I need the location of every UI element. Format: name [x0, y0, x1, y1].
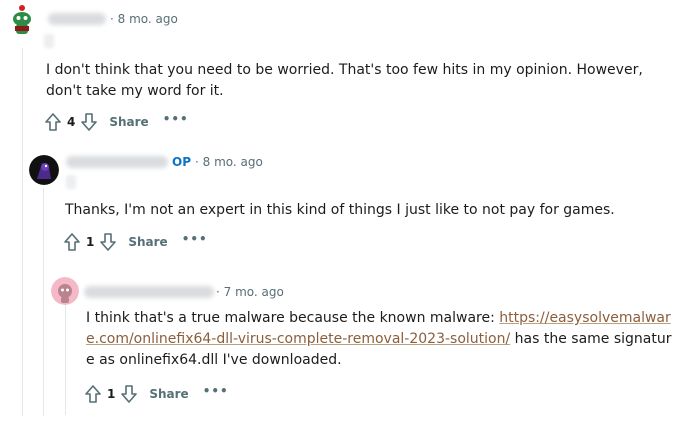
comment-meta: · 8 mo. ago	[110, 12, 178, 26]
downvote-icon[interactable]	[119, 383, 139, 405]
upvote-icon[interactable]	[43, 111, 63, 133]
snoo-avatar-icon	[51, 277, 79, 305]
upvote-icon[interactable]	[62, 231, 82, 253]
comment-meta: OP · 8 mo. ago	[172, 155, 263, 169]
share-button[interactable]: Share	[109, 115, 148, 129]
more-options-icon[interactable]: •••	[182, 232, 208, 246]
avatar[interactable]	[6, 4, 38, 36]
more-options-icon[interactable]: •••	[163, 112, 189, 126]
vote-count: 1	[86, 235, 95, 249]
comment-actions: 1 Share •••	[62, 230, 208, 254]
avatar[interactable]	[29, 155, 59, 185]
flair-redacted	[66, 175, 76, 189]
comment-body: I don't think that you need to be worrie…	[46, 62, 643, 99]
avatar[interactable]	[51, 277, 79, 305]
vote-count: 1	[107, 387, 116, 401]
vote-count: 4	[67, 115, 76, 129]
username-redacted[interactable]	[84, 286, 214, 298]
share-button[interactable]: Share	[128, 235, 167, 249]
comment-body: I think that's a true malware because th…	[86, 310, 672, 368]
downvote-icon[interactable]	[98, 231, 118, 253]
share-button[interactable]: Share	[149, 387, 188, 401]
timestamp[interactable]: 8 mo. ago	[203, 155, 263, 169]
comment-actions: 4 Share •••	[43, 110, 189, 134]
snoo-avatar-icon	[29, 155, 59, 185]
comment-actions: 1 Share •••	[83, 382, 229, 406]
flair-redacted	[44, 34, 54, 48]
thread-line[interactable]	[22, 48, 23, 416]
comment-body: Thanks, I'm not an expert in this kind o…	[65, 202, 615, 218]
timestamp[interactable]: 8 mo. ago	[118, 12, 178, 26]
timestamp[interactable]: 7 mo. ago	[224, 285, 284, 299]
more-options-icon[interactable]: •••	[203, 384, 229, 398]
op-badge: OP	[172, 155, 191, 169]
username-redacted[interactable]	[48, 13, 106, 25]
upvote-icon[interactable]	[83, 383, 103, 405]
thread-line[interactable]	[65, 305, 66, 415]
username-redacted[interactable]	[66, 156, 168, 168]
snoo-avatar-icon	[6, 4, 38, 36]
comment-meta: · 7 mo. ago	[216, 285, 284, 299]
downvote-icon[interactable]	[79, 111, 99, 133]
thread-line[interactable]	[43, 188, 44, 416]
